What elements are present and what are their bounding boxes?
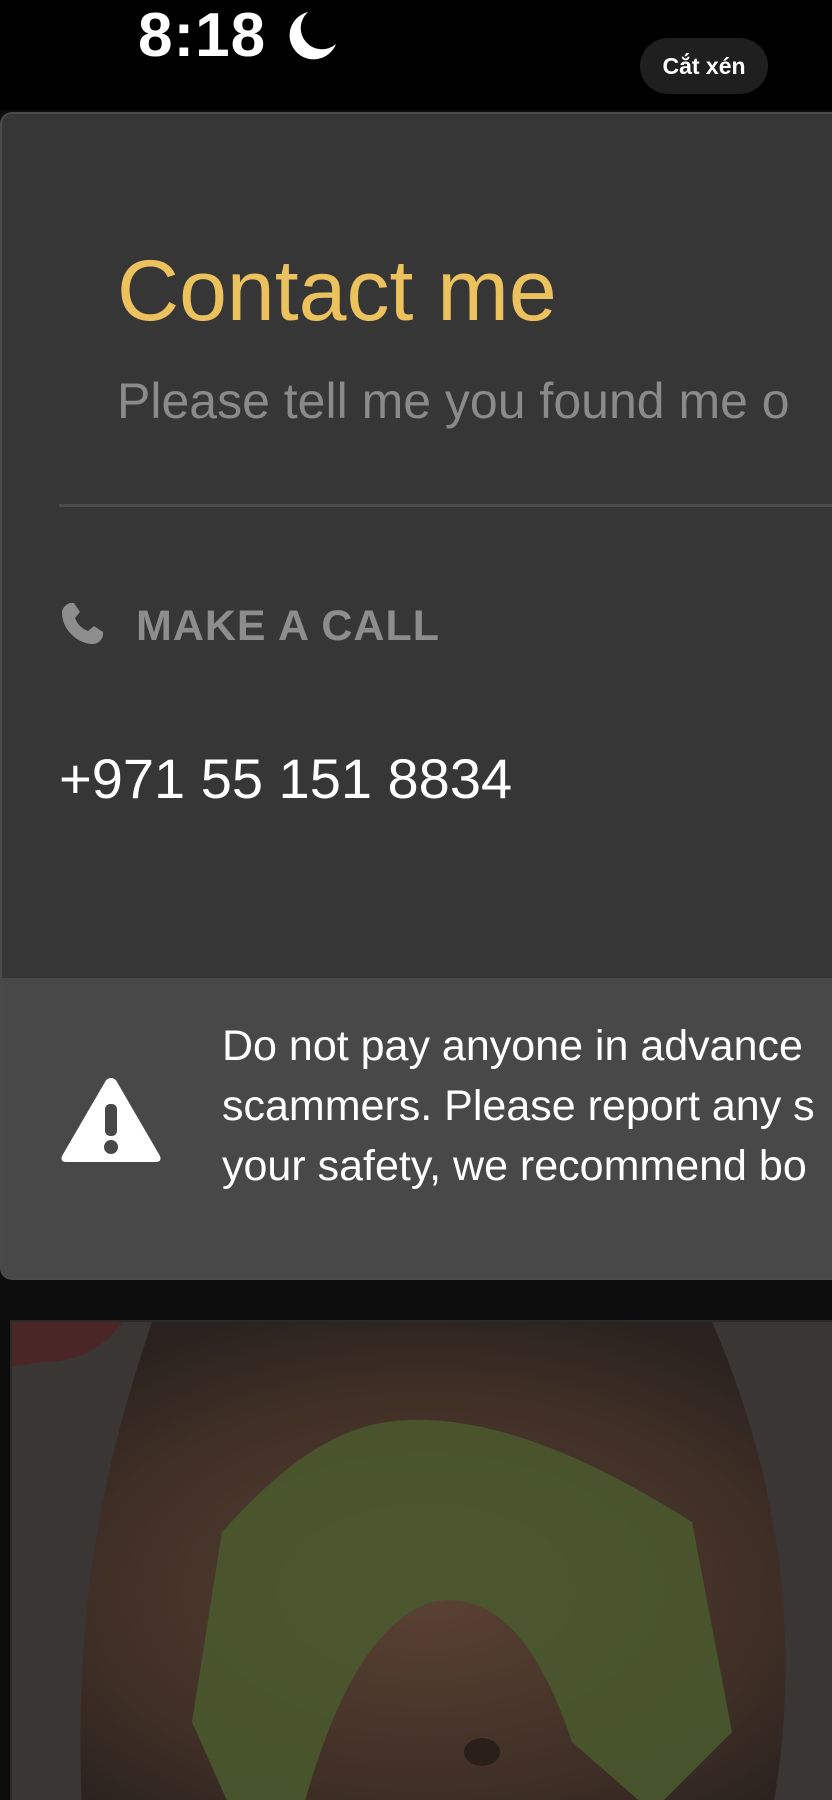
make-a-call-label[interactable]: MAKE A CALL <box>136 602 440 651</box>
screen: 8:18 Cắt xén Contact me Please tell me y… <box>0 0 832 1800</box>
photo-placeholder <box>12 1322 832 1800</box>
warning-line: your safety, we recommend bo <box>222 1142 807 1190</box>
scam-warning: Do not pay anyone in advance scammers. P… <box>2 978 832 1278</box>
crop-button[interactable]: Cắt xén <box>640 38 768 94</box>
status-bar: 8:18 Cắt xén <box>0 0 832 110</box>
warning-line: scammers. Please report any s <box>222 1082 815 1130</box>
phone-number-link[interactable]: +971 55 151 8834 <box>59 746 512 811</box>
contact-subtitle: Please tell me you found me o <box>117 373 790 429</box>
contact-title: Contact me <box>117 243 557 339</box>
divider <box>59 504 832 507</box>
warning-line: Do not pay anyone in advance <box>222 1022 803 1070</box>
moon-icon <box>289 12 336 60</box>
contact-card: Contact me Please tell me you found me o… <box>0 112 832 1280</box>
profile-photo[interactable] <box>10 1320 832 1800</box>
phone-icon <box>62 603 103 644</box>
status-time: 8:18 <box>138 1 267 70</box>
warning-text: Do not pay anyone in advance scammers. P… <box>222 1016 832 1196</box>
warning-icon <box>61 1078 161 1162</box>
